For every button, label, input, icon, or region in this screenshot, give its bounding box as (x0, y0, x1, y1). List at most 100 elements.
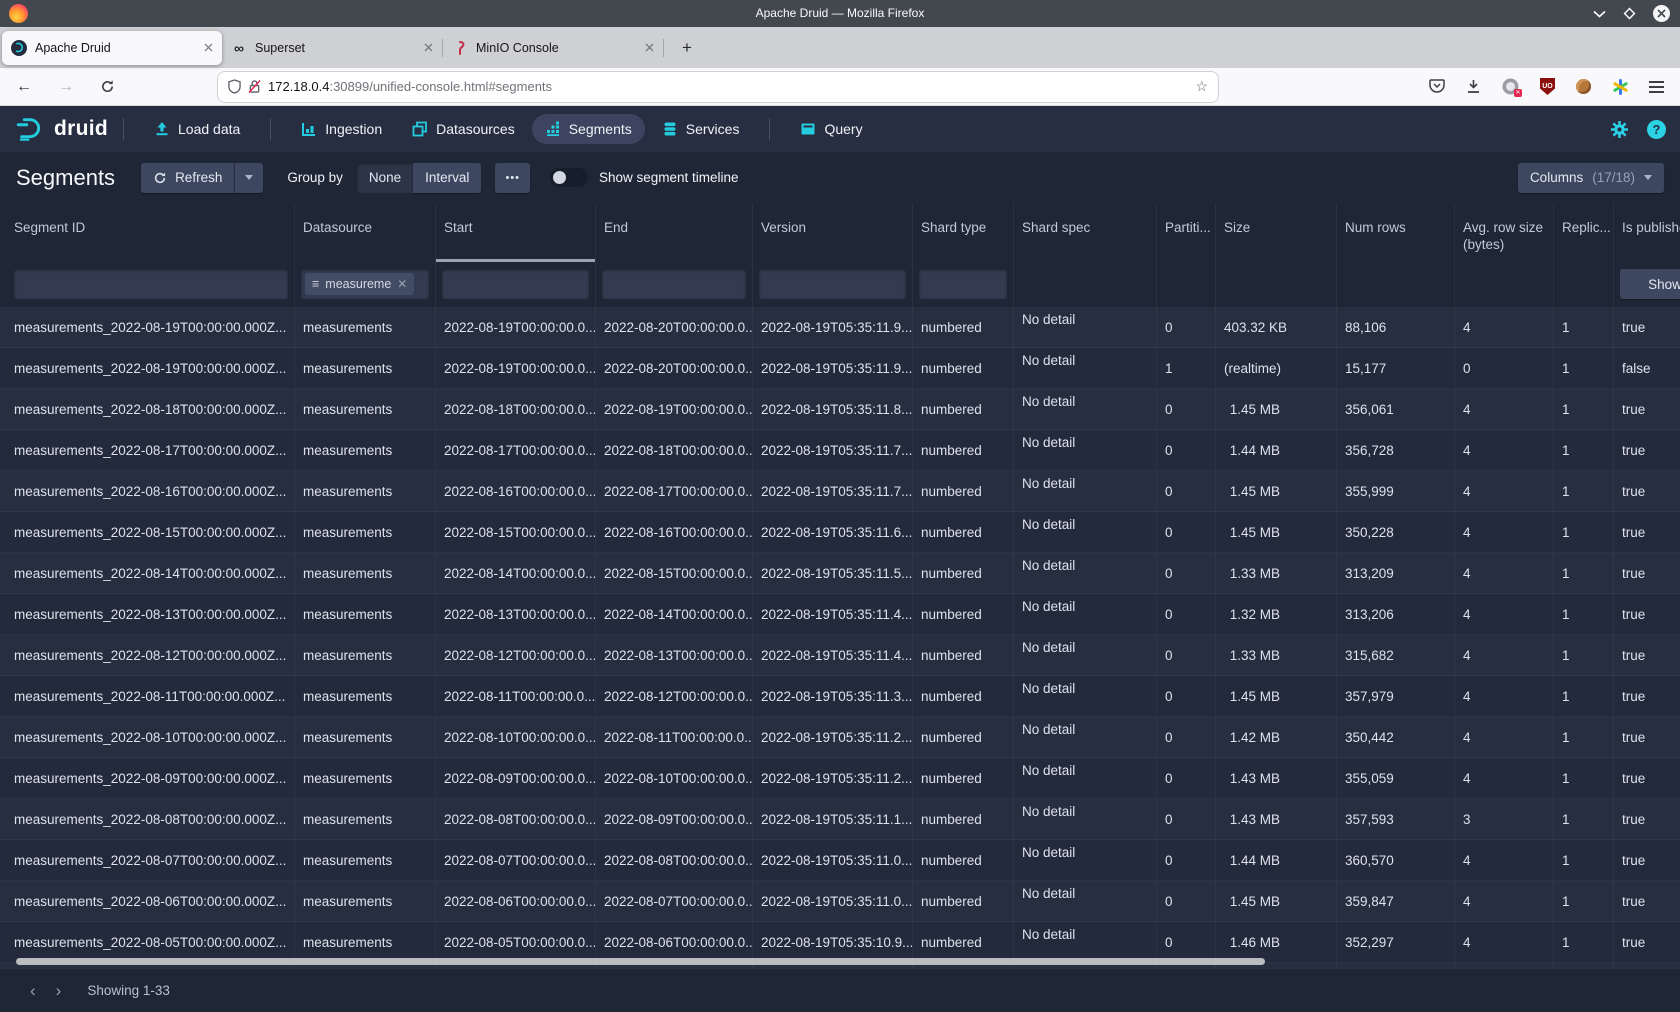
cell-is_published[interactable]: true (1614, 471, 1680, 511)
cell-avg_row_size[interactable]: 4 (1455, 471, 1554, 511)
cell-avg_row_size[interactable]: 0 (1455, 348, 1554, 388)
cell-num_rows[interactable]: 355,999 (1337, 471, 1455, 511)
cell-size[interactable]: 1.44 MB (1216, 840, 1337, 880)
bookmark-star-icon[interactable]: ☆ (1195, 78, 1208, 95)
cell-shard_type[interactable]: numbered (913, 430, 1014, 470)
cell-avg_row_size[interactable]: 4 (1455, 635, 1554, 675)
pocket-icon[interactable] (1429, 79, 1445, 94)
cell-partition[interactable]: 0 (1157, 594, 1216, 634)
cell-datasource[interactable]: measurements (295, 471, 436, 511)
table-row[interactable]: measurements_2022-08-16T00:00:00.000Z...… (0, 471, 1680, 512)
prev-page-button[interactable]: ‹ (20, 981, 46, 1001)
column-header-size[interactable]: Size (1216, 203, 1337, 262)
cell-is_published[interactable]: true (1614, 676, 1680, 716)
column-header-version[interactable]: Version (753, 203, 913, 262)
cell-start[interactable]: 2022-08-14T00:00:00.0... (436, 553, 596, 593)
cell-datasource[interactable]: measurements (295, 922, 436, 962)
cell-size[interactable]: 1.43 MB (1216, 758, 1337, 798)
cell-end[interactable]: 2022-08-12T00:00:00.0... (596, 676, 753, 716)
cell-partition[interactable]: 0 (1157, 799, 1216, 839)
cell-shard_spec[interactable]: No detail (1014, 799, 1157, 839)
cell-datasource[interactable]: measurements (295, 553, 436, 593)
refresh-button[interactable]: Refresh (141, 163, 234, 193)
cell-version[interactable]: 2022-08-19T05:35:11.6... (753, 512, 913, 552)
cell-segment_id[interactable]: measurements_2022-08-19T00:00:00.000Z... (0, 348, 295, 388)
cell-is_published[interactable]: true (1614, 799, 1680, 839)
cell-replication[interactable]: 1 (1554, 758, 1614, 798)
cell-shard_spec[interactable]: No detail (1014, 635, 1157, 675)
cell-is_published[interactable]: true (1614, 594, 1680, 634)
cell-datasource[interactable]: measurements (295, 758, 436, 798)
table-row[interactable]: measurements_2022-08-09T00:00:00.000Z...… (0, 758, 1680, 799)
cell-num_rows[interactable]: 350,442 (1337, 717, 1455, 757)
cell-size[interactable]: 1.46 MB (1216, 922, 1337, 962)
cell-is_published[interactable]: true (1614, 635, 1680, 675)
cell-version[interactable]: 2022-08-19T05:35:11.1... (753, 799, 913, 839)
cell-avg_row_size[interactable]: 4 (1455, 881, 1554, 921)
column-header-start[interactable]: Start (436, 203, 596, 262)
tab-close-icon[interactable] (645, 43, 654, 52)
refresh-dropdown-button[interactable] (234, 163, 263, 193)
cell-start[interactable]: 2022-08-15T00:00:00.0... (436, 512, 596, 552)
cell-version[interactable]: 2022-08-19T05:35:10.9... (753, 922, 913, 962)
cell-is_published[interactable]: true (1614, 430, 1680, 470)
cell-version[interactable]: 2022-08-19T05:35:11.7... (753, 430, 913, 470)
cell-size[interactable]: 1.33 MB (1216, 553, 1337, 593)
cell-num_rows[interactable]: 355,059 (1337, 758, 1455, 798)
cell-avg_row_size[interactable]: 4 (1455, 922, 1554, 962)
cell-segment_id[interactable]: measurements_2022-08-13T00:00:00.000Z... (0, 594, 295, 634)
cell-partition[interactable]: 0 (1157, 840, 1216, 880)
cell-segment_id[interactable]: measurements_2022-08-09T00:00:00.000Z... (0, 758, 295, 798)
cell-is_published[interactable]: true (1614, 922, 1680, 962)
column-header-segment_id[interactable]: Segment ID (0, 203, 295, 262)
cell-num_rows[interactable]: 357,979 (1337, 676, 1455, 716)
cell-num_rows[interactable]: 356,061 (1337, 389, 1455, 429)
cell-shard_type[interactable]: numbered (913, 922, 1014, 962)
nav-item-ingestion[interactable]: Ingestion (288, 114, 395, 144)
cell-num_rows[interactable]: 350,228 (1337, 512, 1455, 552)
column-header-shard_type[interactable]: Shard type (913, 203, 1014, 262)
nav-item-services[interactable]: Services (649, 114, 753, 144)
nav-item-segments[interactable]: Segments (532, 114, 645, 144)
cell-num_rows[interactable]: 352,297 (1337, 922, 1455, 962)
table-row[interactable]: measurements_2022-08-11T00:00:00.000Z...… (0, 676, 1680, 717)
url-bar[interactable]: 172.18.0.4:30899/unified-console.html#se… (218, 72, 1218, 102)
cell-shard_type[interactable]: numbered (913, 799, 1014, 839)
cell-shard_spec[interactable]: No detail (1014, 430, 1157, 470)
cell-segment_id[interactable]: measurements_2022-08-12T00:00:00.000Z... (0, 635, 295, 675)
cell-shard_type[interactable]: numbered (913, 512, 1014, 552)
cell-datasource[interactable]: measurements (295, 840, 436, 880)
cell-end[interactable]: 2022-08-09T00:00:00.0... (596, 799, 753, 839)
cell-avg_row_size[interactable]: 4 (1455, 676, 1554, 716)
filter-input-shard_type[interactable] (919, 269, 1007, 299)
cell-replication[interactable]: 1 (1554, 512, 1614, 552)
segment-timeline-toggle[interactable] (550, 168, 588, 187)
filter-input-datasource[interactable]: ≡measureme✕ (301, 269, 429, 299)
cell-is_published[interactable]: true (1614, 758, 1680, 798)
cell-is_published[interactable]: true (1614, 307, 1680, 347)
column-header-datasource[interactable]: Datasource (295, 203, 436, 262)
cell-replication[interactable] (1554, 963, 1614, 968)
cell-size[interactable]: 1.45 MB (1216, 389, 1337, 429)
cell-segment_id[interactable]: measurements_2022-08-19T00:00:00.000Z... (0, 307, 295, 347)
column-header-replication[interactable]: Replic... (1554, 203, 1614, 262)
cell-start[interactable]: 2022-08-12T00:00:00.0... (436, 635, 596, 675)
cell-segment_id[interactable]: measurements_2022-08-18T00:00:00.000Z... (0, 389, 295, 429)
cell-replication[interactable]: 1 (1554, 389, 1614, 429)
cell-avg_row_size[interactable]: 4 (1455, 717, 1554, 757)
cell-partition[interactable]: 0 (1157, 881, 1216, 921)
cell-size[interactable]: 1.45 MB (1216, 512, 1337, 552)
cell-avg_row_size[interactable] (1455, 963, 1554, 968)
cell-num_rows[interactable]: 313,206 (1337, 594, 1455, 634)
cell-end[interactable]: 2022-08-20T00:00:00.0... (596, 348, 753, 388)
new-tab-button[interactable]: + (676, 38, 698, 58)
insecure-lock-icon[interactable] (248, 79, 261, 94)
menu-icon[interactable] (1649, 78, 1664, 96)
cell-partition[interactable]: 0 (1157, 635, 1216, 675)
extensions-icon[interactable]: ✕ (1502, 78, 1519, 95)
cell-shard_spec[interactable]: No detail (1014, 922, 1157, 962)
cell-size[interactable]: 1.32 MB (1216, 594, 1337, 634)
druid-logo[interactable]: druid (14, 116, 108, 142)
cell-version[interactable]: 2022-08-19T05:35:11.4... (753, 594, 913, 634)
columns-button[interactable]: Columns (17/18) (1518, 163, 1664, 193)
